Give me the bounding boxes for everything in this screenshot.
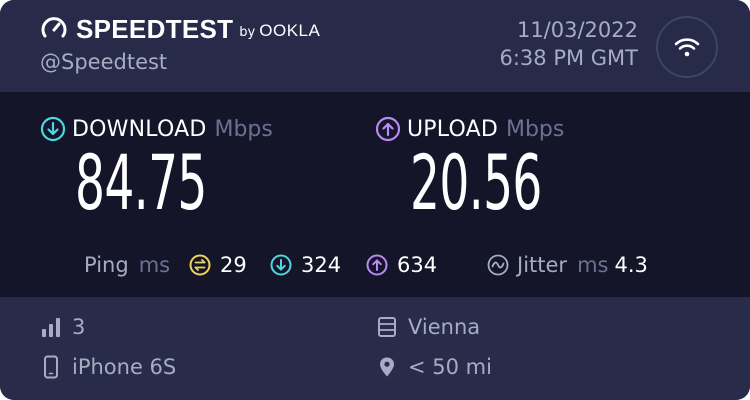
jitter-value: 4.3 xyxy=(614,253,648,277)
ping-idle-value: 29 xyxy=(220,253,247,277)
jitter-icon xyxy=(487,254,509,276)
brand-partner: OOKLA xyxy=(259,21,321,40)
server-info[interactable]: Vienna xyxy=(376,312,480,342)
distance-info: < 50 mi xyxy=(376,352,492,382)
test-datetime: 11/03/2022 6:38 PM GMT xyxy=(499,16,638,72)
ping-label: Ping xyxy=(84,253,129,277)
upload-value: 20.56 xyxy=(410,138,542,227)
test-time: 6:38 PM GMT xyxy=(499,46,638,70)
server-icon xyxy=(376,316,398,338)
ping-download-value: 324 xyxy=(301,253,342,277)
ping-idle: 29 xyxy=(189,250,247,280)
arrow-down-circle-icon xyxy=(40,116,66,142)
jitter: Jitter ms 4.3 xyxy=(487,250,648,280)
ping-label-group: Ping ms xyxy=(84,250,170,280)
brand-logo: SPEEDTEST by OOKLA xyxy=(40,12,320,46)
arrow-down-circle-icon xyxy=(270,254,292,276)
ping-download: 324 xyxy=(270,250,341,280)
connections-count: 3 xyxy=(72,315,86,339)
server-name: Vienna xyxy=(408,315,481,339)
download-unit: Mbps xyxy=(214,116,273,142)
latency-row: Ping ms 29 324 634 Jitter ms 4.3 xyxy=(0,250,750,280)
phone-icon xyxy=(40,355,62,379)
ping-unit: ms xyxy=(138,253,171,277)
connections-info: 3 xyxy=(40,312,85,342)
distance-value: < 50 mi xyxy=(408,355,492,379)
arrow-up-circle-icon xyxy=(366,254,388,276)
device-info: iPhone 6S xyxy=(40,352,176,382)
wifi-icon xyxy=(674,38,700,57)
connection-type-button[interactable] xyxy=(656,16,718,78)
results-panel: DOWNLOAD Mbps 84.75 UPLOAD Mbps 20.56 Pi… xyxy=(0,92,750,297)
ping-idle-icon xyxy=(189,254,211,276)
test-date: 11/03/2022 xyxy=(516,18,638,42)
signal-bars-icon xyxy=(40,316,62,338)
test-details: 3 iPhone 6S Vienna < 50 mi xyxy=(0,297,750,400)
jitter-unit: ms xyxy=(577,253,609,277)
download-value: 84.75 xyxy=(75,138,207,227)
ping-upload-value: 634 xyxy=(397,253,438,277)
jitter-label: Jitter xyxy=(517,253,568,277)
ping-upload: 634 xyxy=(366,250,437,280)
arrow-up-circle-icon xyxy=(375,116,401,142)
location-pin-icon xyxy=(376,356,398,378)
speedtest-result-card: SPEEDTEST by OOKLA @Speedtest 11/03/2022… xyxy=(0,0,750,400)
device-name: iPhone 6S xyxy=(72,355,177,379)
speedometer-icon xyxy=(41,17,67,38)
header: SPEEDTEST by OOKLA @Speedtest 11/03/2022… xyxy=(0,0,750,92)
account-handle: @Speedtest xyxy=(40,50,168,74)
brand-by: by xyxy=(239,24,256,40)
brand-name: SPEEDTEST xyxy=(76,13,234,44)
